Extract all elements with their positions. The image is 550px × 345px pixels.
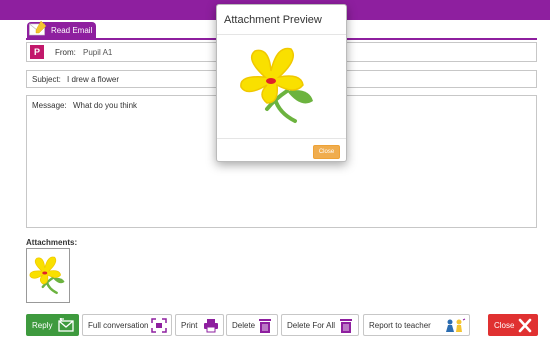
attachment-preview-modal: Attachment Preview Close: [216, 4, 347, 162]
close-button[interactable]: Close: [488, 314, 538, 336]
modal-title: Attachment Preview: [224, 14, 322, 26]
tab-read-email[interactable]: Read Email: [27, 21, 96, 39]
printer-icon: [204, 319, 218, 333]
close-icon: [518, 318, 532, 333]
envelope-pencil-icon: [29, 21, 47, 36]
full-conversation-label: Full conversation: [88, 320, 149, 330]
print-label: Print: [181, 320, 198, 330]
delete-label: Delete: [232, 320, 256, 330]
subject-value: I drew a flower: [67, 75, 120, 84]
modal-close-button[interactable]: Close: [313, 145, 340, 159]
from-value: Pupil A1: [83, 48, 113, 57]
message-label: Message:: [32, 101, 67, 110]
delete-for-all-label: Delete For All: [287, 320, 336, 330]
from-label: From:: [55, 48, 76, 57]
reply-envelope-icon: [58, 318, 74, 332]
subject-label: Subject:: [32, 75, 61, 84]
reply-button[interactable]: Reply: [26, 314, 79, 336]
trash-icon: [259, 319, 271, 333]
close-label: Close: [494, 320, 515, 330]
avatar: P: [30, 45, 44, 59]
message-value: What do you think: [73, 101, 138, 110]
modal-divider-top: [217, 34, 346, 35]
print-button[interactable]: Print: [175, 314, 224, 336]
full-conversation-button[interactable]: Full conversation: [82, 314, 172, 336]
attachments-label: Attachments:: [26, 238, 78, 247]
delete-button[interactable]: Delete: [226, 314, 278, 336]
modal-divider-bottom: [217, 138, 346, 139]
expand-icon: [151, 318, 167, 333]
trash-icon: [340, 319, 352, 333]
attachment-thumbnail[interactable]: [26, 248, 70, 303]
reply-label: Reply: [32, 320, 53, 330]
tab-label: Read Email: [51, 26, 93, 35]
report-to-teacher-button[interactable]: Report to teacher: [363, 314, 470, 336]
delete-for-all-button[interactable]: Delete For All: [281, 314, 359, 336]
flower-drawing-thumbnail: [29, 256, 65, 295]
report-label: Report to teacher: [369, 320, 431, 330]
teacher-icon: [446, 318, 466, 332]
flower-drawing-image: [240, 47, 313, 123]
